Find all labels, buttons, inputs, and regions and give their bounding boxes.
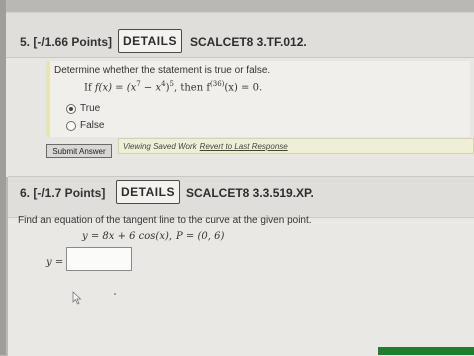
green-button-edge[interactable] bbox=[378, 347, 474, 355]
statement-tail: (x) = 0. bbox=[224, 82, 263, 94]
option-true-label[interactable]: True bbox=[80, 103, 100, 114]
saved-work-text: Viewing Saved Work bbox=[123, 141, 197, 151]
mouse-pointer-icon bbox=[72, 291, 82, 305]
question-5-instruction: Determine whether the statement is true … bbox=[54, 65, 271, 76]
submit-answer-button[interactable]: Submit Answer bbox=[46, 144, 112, 158]
dust-dot bbox=[114, 293, 116, 295]
question-5-code: SCALCET8 3.TF.012. bbox=[190, 35, 307, 49]
question-6-point: P = (0, 6) bbox=[176, 231, 225, 242]
statement-minus: − x bbox=[140, 82, 162, 94]
option-true-radio[interactable] bbox=[66, 104, 76, 114]
saved-work-bar: Viewing Saved Work Revert to Last Respon… bbox=[118, 138, 474, 154]
question-6-instruction: Find an equation of the tangent line to … bbox=[18, 215, 312, 226]
revert-link[interactable]: Revert to Last Response bbox=[200, 142, 288, 151]
question-6-code: SCALCET8 3.3.519.XP. bbox=[186, 186, 314, 200]
question-5-statement: If f(x) = (x7 − x4)5, then f(36)(x) = 0. bbox=[84, 80, 262, 93]
statement-then: , then f bbox=[173, 82, 211, 94]
question-5-details-button[interactable]: DETAILS bbox=[118, 29, 182, 53]
question-6-equation: y = 8x + 6 cos(x), bbox=[82, 231, 173, 242]
option-false-radio[interactable] bbox=[66, 121, 76, 131]
option-false-label[interactable]: False bbox=[80, 120, 104, 131]
question-5-header: 5. [-/1.66 Points] DETAILS SCALCET8 3.TF… bbox=[6, 13, 474, 58]
answer-input[interactable] bbox=[66, 247, 132, 271]
question-5-number: 5. [-/1.66 Points] bbox=[20, 35, 113, 49]
statement-fx: f(x) = (x bbox=[94, 82, 137, 94]
statement-if: If bbox=[84, 82, 92, 94]
question-6-header: 6. [-/1.7 Points] DETAILS SCALCET8 3.3.5… bbox=[8, 177, 474, 218]
statement-deriv: (36) bbox=[210, 80, 225, 88]
answer-label: y = bbox=[46, 257, 64, 268]
question-6-details-button[interactable]: DETAILS bbox=[116, 180, 180, 204]
question-5-content: Determine whether the statement is true … bbox=[46, 61, 470, 137]
question-6-number: 6. [-/1.7 Points] bbox=[20, 186, 106, 200]
